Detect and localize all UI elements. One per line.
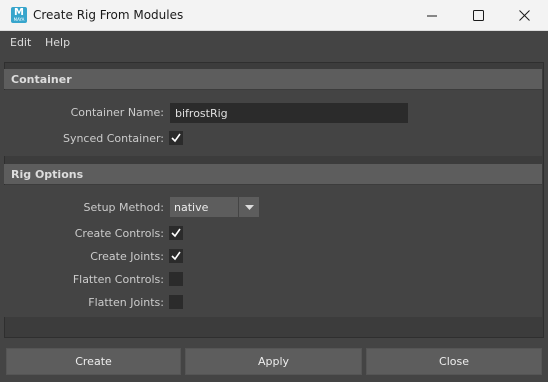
close-icon xyxy=(518,10,530,21)
app-icon-sublabel: MAYA xyxy=(13,17,25,22)
setup-method-label: Setup Method: xyxy=(83,201,164,214)
section-header-container[interactable]: Container xyxy=(4,69,542,89)
create-controls-checkbox[interactable] xyxy=(169,226,183,240)
minimize-button[interactable] xyxy=(409,0,455,31)
close-button[interactable]: Close xyxy=(366,348,542,375)
create-joints-label: Create Joints: xyxy=(90,250,164,263)
setup-method-dropdown-arrow[interactable] xyxy=(239,197,259,217)
create-joints-checkbox[interactable] xyxy=(169,249,183,263)
flatten-controls-checkbox[interactable] xyxy=(169,272,183,286)
section-header-rig-options[interactable]: Rig Options xyxy=(4,164,542,184)
container-name-field[interactable]: bifrostRig xyxy=(170,103,408,123)
flatten-joints-checkbox[interactable] xyxy=(169,295,183,309)
synced-container-checkbox[interactable] xyxy=(169,131,183,145)
setup-method-value: native xyxy=(174,200,209,214)
maximize-icon xyxy=(472,10,484,21)
flatten-joints-label: Flatten Joints: xyxy=(88,296,164,309)
section-title-rig-options: Rig Options xyxy=(11,167,84,181)
menu-help[interactable]: Help xyxy=(45,36,70,49)
synced-container-label: Synced Container: xyxy=(62,132,164,145)
close-window-button[interactable] xyxy=(501,0,547,31)
checkmark-icon xyxy=(171,228,181,238)
menu-bar: Edit Help xyxy=(0,31,548,54)
section-title-container: Container xyxy=(11,72,72,86)
create-controls-label: Create Controls: xyxy=(74,227,164,240)
checkmark-icon xyxy=(171,133,181,143)
apply-button[interactable]: Apply xyxy=(185,348,362,375)
menu-edit[interactable]: Edit xyxy=(10,36,31,49)
minimize-icon xyxy=(427,15,437,16)
container-name-label: Container Name: xyxy=(70,106,164,119)
setup-method-dropdown[interactable]: native xyxy=(170,197,238,217)
section-body-container xyxy=(4,90,542,156)
chevron-down-icon xyxy=(244,204,254,210)
maya-app-icon: M MAYA xyxy=(11,7,27,23)
maximize-button[interactable] xyxy=(455,0,501,31)
flatten-controls-label: Flatten Controls: xyxy=(72,273,164,286)
title-bar[interactable]: M MAYA Create Rig From Modules xyxy=(0,0,548,31)
checkmark-icon xyxy=(171,251,181,261)
window-title: Create Rig From Modules xyxy=(33,8,184,22)
create-button[interactable]: Create xyxy=(6,348,181,375)
